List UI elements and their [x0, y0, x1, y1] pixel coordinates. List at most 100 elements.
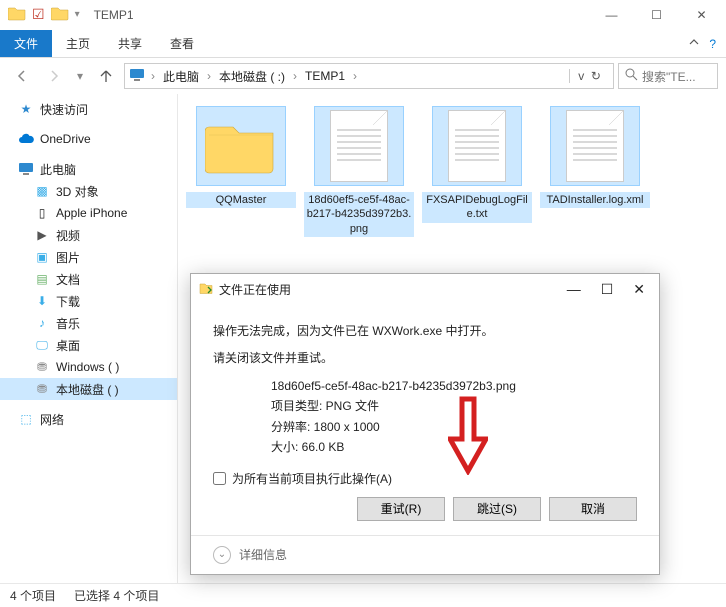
- folder-icon: [8, 5, 26, 24]
- sidebar-item-label: 本地磁盘 ( ): [56, 381, 119, 398]
- up-button[interactable]: [92, 62, 120, 90]
- sidebar-item-label: 3D 对象: [56, 183, 99, 200]
- file-item-xml[interactable]: TADInstaller.log.xml: [540, 106, 650, 208]
- sidebar-item-local-drive[interactable]: ⛃ 本地磁盘 ( ): [0, 378, 177, 400]
- document-icon: ▤: [34, 271, 50, 287]
- drive-icon: ⛃: [34, 381, 50, 397]
- cloud-icon: [18, 131, 34, 147]
- sidebar-item-label: Apple iPhone: [56, 206, 127, 220]
- expand-label: 详细信息: [239, 546, 287, 563]
- crumb-drive[interactable]: 本地磁盘 ( :): [217, 68, 287, 85]
- sidebar-item-3dobjects[interactable]: ▩ 3D 对象: [0, 180, 177, 202]
- sidebar-item-label: Windows ( ): [56, 360, 119, 374]
- detail-filename: 18d60ef5-ce5f-48ac-b217-b4235d3972b3.png: [271, 376, 637, 396]
- tab-view[interactable]: 查看: [156, 30, 208, 57]
- sidebar-item-downloads[interactable]: ⬇ 下载: [0, 290, 177, 312]
- cancel-button[interactable]: 取消: [549, 497, 637, 521]
- chevron-right-icon[interactable]: ›: [147, 69, 159, 83]
- drive-icon: ⛃: [34, 359, 50, 375]
- crumb-thispc[interactable]: 此电脑: [161, 68, 201, 85]
- file-label: QQMaster: [186, 192, 296, 208]
- window-controls: — ☐ ✕: [589, 1, 724, 29]
- close-button[interactable]: ✕: [679, 1, 724, 29]
- crumb-folder[interactable]: TEMP1: [303, 69, 347, 83]
- app-icon: [199, 281, 213, 298]
- desktop-icon: 🖵: [34, 337, 50, 353]
- dialog-titlebar: 文件正在使用 — ☐ ✕: [191, 274, 659, 304]
- breadcrumb-dropdown[interactable]: v ↻: [569, 69, 609, 83]
- ribbon: 文件 主页 共享 查看 ?: [0, 30, 726, 58]
- skip-button[interactable]: 跳过(S): [453, 497, 541, 521]
- maximize-button[interactable]: ☐: [634, 1, 679, 29]
- sidebar-item-windows-drive[interactable]: ⛃ Windows ( ): [0, 356, 177, 378]
- search-placeholder: 搜索"TE...: [642, 68, 696, 85]
- sidebar-item-documents[interactable]: ▤ 文档: [0, 268, 177, 290]
- statusbar: 4 个项目 已选择 4 个项目: [0, 583, 726, 607]
- sidebar-item-label: 图片: [56, 249, 80, 266]
- network-icon: ⬚: [18, 411, 34, 427]
- dialog-message-1: 操作无法完成，因为文件已在 WXWork.exe 中打开。: [213, 322, 637, 339]
- sidebar-item-label: 文档: [56, 271, 80, 288]
- sidebar-item-desktop[interactable]: 🖵 桌面: [0, 334, 177, 356]
- apply-all-checkbox[interactable]: [213, 472, 226, 485]
- file-label: FXSAPIDebugLogFile.txt: [422, 192, 532, 223]
- search-input[interactable]: 搜索"TE...: [618, 63, 718, 89]
- apply-all-checkbox-row[interactable]: 为所有当前项目执行此操作(A): [213, 470, 637, 487]
- check-icon[interactable]: ☑: [32, 6, 45, 23]
- sidebar-item-label: 下载: [56, 293, 80, 310]
- dialog-close-button[interactable]: ✕: [633, 281, 645, 298]
- pc-icon: [129, 68, 145, 85]
- detail-type: 项目类型: PNG 文件: [271, 396, 637, 416]
- sidebar-item-music[interactable]: ♪ 音乐: [0, 312, 177, 334]
- chevron-right-icon[interactable]: ›: [289, 69, 301, 83]
- sidebar-item-label: 音乐: [56, 315, 80, 332]
- sidebar-item-label: 桌面: [56, 337, 80, 354]
- sidebar-item-thispc[interactable]: 此电脑: [0, 158, 177, 180]
- back-button[interactable]: [8, 62, 36, 90]
- breadcrumb[interactable]: › 此电脑 › 本地磁盘 ( :) › TEMP1 › v ↻: [124, 63, 614, 89]
- music-icon: ♪: [34, 315, 50, 331]
- picture-icon: ▣: [34, 249, 50, 265]
- sidebar-item-label: 此电脑: [40, 161, 76, 178]
- file-label: TADInstaller.log.xml: [540, 192, 650, 208]
- forward-button[interactable]: [40, 62, 68, 90]
- sidebar-item-videos[interactable]: ▶ 视频: [0, 224, 177, 246]
- status-selected: 已选择 4 个项目: [74, 587, 159, 604]
- chevron-right-icon[interactable]: ›: [349, 69, 361, 83]
- chevron-right-icon[interactable]: ›: [203, 69, 215, 83]
- file-item-png[interactable]: 18d60ef5-ce5f-48ac-b217-b4235d3972b3.png: [304, 106, 414, 237]
- sidebar-item-label: 视频: [56, 227, 80, 244]
- dialog-maximize-button[interactable]: ☐: [601, 281, 614, 298]
- sidebar-item-label: OneDrive: [40, 132, 91, 146]
- document-icon: [432, 106, 522, 186]
- sidebar-item-pictures[interactable]: ▣ 图片: [0, 246, 177, 268]
- dialog-buttons: 重试(R) 跳过(S) 取消: [213, 497, 637, 521]
- minimize-button[interactable]: —: [589, 1, 634, 29]
- file-item-folder[interactable]: QQMaster: [186, 106, 296, 208]
- checkbox-label: 为所有当前项目执行此操作(A): [232, 470, 392, 487]
- quick-access-toolbar: ☑ ▾: [2, 5, 86, 24]
- file-item-txt[interactable]: FXSAPIDebugLogFile.txt: [422, 106, 532, 223]
- dialog-details: 18d60ef5-ce5f-48ac-b217-b4235d3972b3.png…: [271, 376, 637, 458]
- detail-resolution: 分辨率: 1800 x 1000: [271, 417, 637, 437]
- sidebar-item-quickaccess[interactable]: ★ 快速访问: [0, 98, 177, 120]
- ribbon-expand-icon[interactable]: ?: [678, 36, 726, 51]
- tab-share[interactable]: 共享: [104, 30, 156, 57]
- sidebar-item-iphone[interactable]: ▯ Apple iPhone: [0, 202, 177, 224]
- video-icon: ▶: [34, 227, 50, 243]
- tab-file[interactable]: 文件: [0, 30, 52, 57]
- qat-dropdown-icon[interactable]: ▾: [75, 9, 80, 20]
- tab-home[interactable]: 主页: [52, 30, 104, 57]
- folder-icon: [51, 5, 69, 24]
- dialog-expand-row[interactable]: ⌄ 详细信息: [191, 535, 659, 574]
- dialog-title: 文件正在使用: [219, 281, 291, 298]
- document-icon: [314, 106, 404, 186]
- file-in-use-dialog: 文件正在使用 — ☐ ✕ 操作无法完成，因为文件已在 WXWork.exe 中打…: [190, 273, 660, 575]
- download-icon: ⬇: [34, 293, 50, 309]
- recent-dropdown-icon[interactable]: ▾: [72, 62, 88, 90]
- sidebar-item-network[interactable]: ⬚ 网络: [0, 408, 177, 430]
- sidebar-item-onedrive[interactable]: OneDrive: [0, 128, 177, 150]
- dialog-minimize-button[interactable]: —: [567, 281, 581, 298]
- search-icon: [625, 68, 638, 84]
- retry-button[interactable]: 重试(R): [357, 497, 445, 521]
